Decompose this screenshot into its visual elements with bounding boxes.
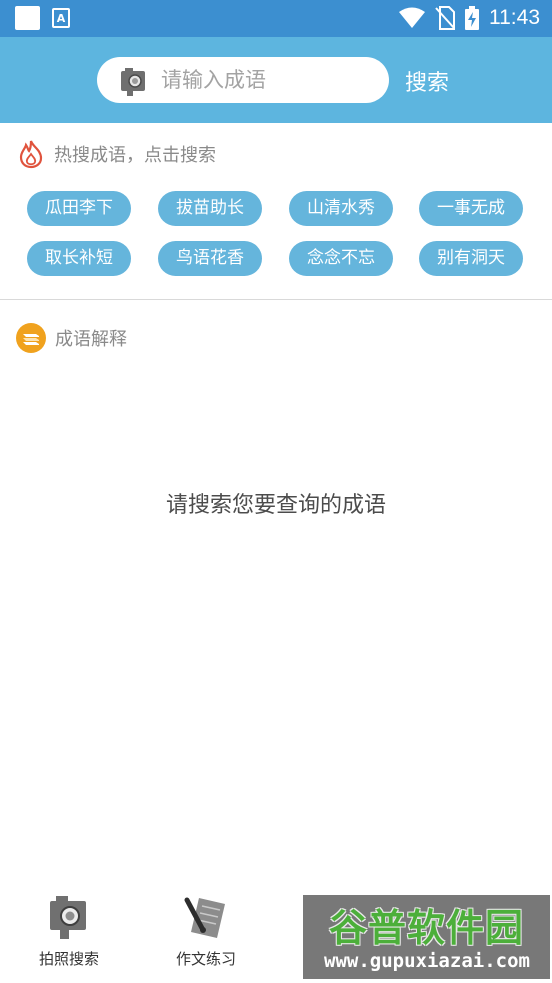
search-box[interactable] <box>97 57 389 103</box>
hot-section-header: 热搜成语，点击搜索 <box>16 139 216 169</box>
camera-search-icon[interactable] <box>119 66 149 96</box>
hot-tag[interactable]: 一事无成 <box>419 191 523 226</box>
empty-state-message: 请搜索您要查询的成语 <box>165 493 386 518</box>
site-watermark: 谷普软件园 www.gupuxiazai.com <box>303 895 550 979</box>
hot-tag[interactable]: 念念不忘 <box>289 241 393 276</box>
nav-composition-practice[interactable]: 作文练习 <box>146 888 266 969</box>
nav-photo-search[interactable]: 拍照搜索 <box>9 888 129 969</box>
hot-tag[interactable]: 瓜田李下 <box>27 191 131 226</box>
notification-square-icon <box>15 6 40 30</box>
hot-tag[interactable]: 鸟语花香 <box>158 241 262 276</box>
search-header: 搜索 <box>0 37 552 123</box>
watermark-title: 谷普软件园 <box>328 906 524 950</box>
hot-tag[interactable]: 别有洞天 <box>419 241 523 276</box>
hot-section-title: 热搜成语，点击搜索 <box>54 145 216 166</box>
battery-charging-icon <box>465 6 479 30</box>
book-icon <box>16 323 46 353</box>
section-divider <box>0 299 552 300</box>
search-input[interactable] <box>161 57 377 103</box>
notification-a-icon: A <box>52 8 70 28</box>
wifi-icon <box>399 7 425 28</box>
explain-section-title: 成语解释 <box>55 329 127 350</box>
camera-icon <box>50 896 86 939</box>
nav-composition-practice-label: 作文练习 <box>175 950 236 968</box>
nav-photo-search-label: 拍照搜索 <box>38 950 99 968</box>
status-bar: A 11:43 <box>0 0 552 37</box>
hot-tag[interactable]: 取长补短 <box>27 241 131 276</box>
fire-icon <box>19 140 43 169</box>
pen-paper-icon <box>184 897 225 938</box>
hot-tag[interactable]: 拔苗助长 <box>158 191 262 226</box>
hot-tag[interactable]: 山清水秀 <box>289 191 393 226</box>
no-sim-icon <box>435 6 455 30</box>
search-button[interactable]: 搜索 <box>405 65 449 97</box>
clock: 11:43 <box>489 6 540 29</box>
watermark-url: www.gupuxiazai.com <box>324 950 530 972</box>
explain-section-header: 成语解释 <box>16 323 127 353</box>
